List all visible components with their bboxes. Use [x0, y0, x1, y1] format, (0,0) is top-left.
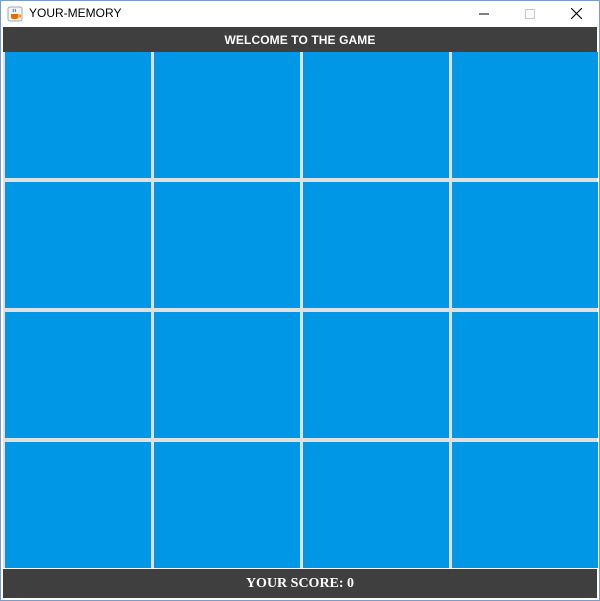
score-text: YOUR SCORE: 0	[245, 575, 355, 591]
memory-tile-r3-c3[interactable]	[303, 312, 449, 438]
memory-tile-r4-c2[interactable]	[154, 442, 300, 568]
memory-board	[3, 52, 598, 568]
maximize-button[interactable]	[507, 1, 553, 26]
minimize-icon	[479, 4, 489, 23]
memory-tile-r1-c3[interactable]	[303, 52, 449, 178]
memory-tile-r1-c2[interactable]	[154, 52, 300, 178]
memory-tile-r1-c1[interactable]	[5, 52, 151, 178]
memory-tile-r2-c4[interactable]	[452, 182, 598, 308]
memory-tile-r3-c4[interactable]	[452, 312, 598, 438]
welcome-text: WELCOME TO THE GAME	[224, 32, 376, 47]
memory-tile-r4-c1[interactable]	[5, 442, 151, 568]
welcome-banner: WELCOME TO THE GAME	[3, 27, 597, 52]
title-bar[interactable]: YOUR-MEMORY	[1, 1, 599, 26]
memory-tile-r2-c1[interactable]	[5, 182, 151, 308]
memory-tile-r2-c2[interactable]	[154, 182, 300, 308]
score-bar: YOUR SCORE: 0	[3, 569, 597, 598]
window-title: YOUR-MEMORY	[29, 6, 122, 20]
memory-tile-r3-c2[interactable]	[154, 312, 300, 438]
memory-tile-r2-c3[interactable]	[303, 182, 449, 308]
close-button[interactable]	[553, 1, 599, 26]
maximize-icon	[525, 4, 535, 23]
memory-tile-r4-c4[interactable]	[452, 442, 598, 568]
game-window: YOUR-MEMORY WELCOME TO THE GAME YOUR SCO…	[0, 0, 600, 601]
memory-tile-r1-c4[interactable]	[452, 52, 598, 178]
memory-tile-r3-c1[interactable]	[5, 312, 151, 438]
java-cup-icon[interactable]	[7, 6, 23, 22]
memory-tile-r4-c3[interactable]	[303, 442, 449, 568]
minimize-button[interactable]	[461, 1, 507, 26]
close-icon	[570, 4, 582, 23]
